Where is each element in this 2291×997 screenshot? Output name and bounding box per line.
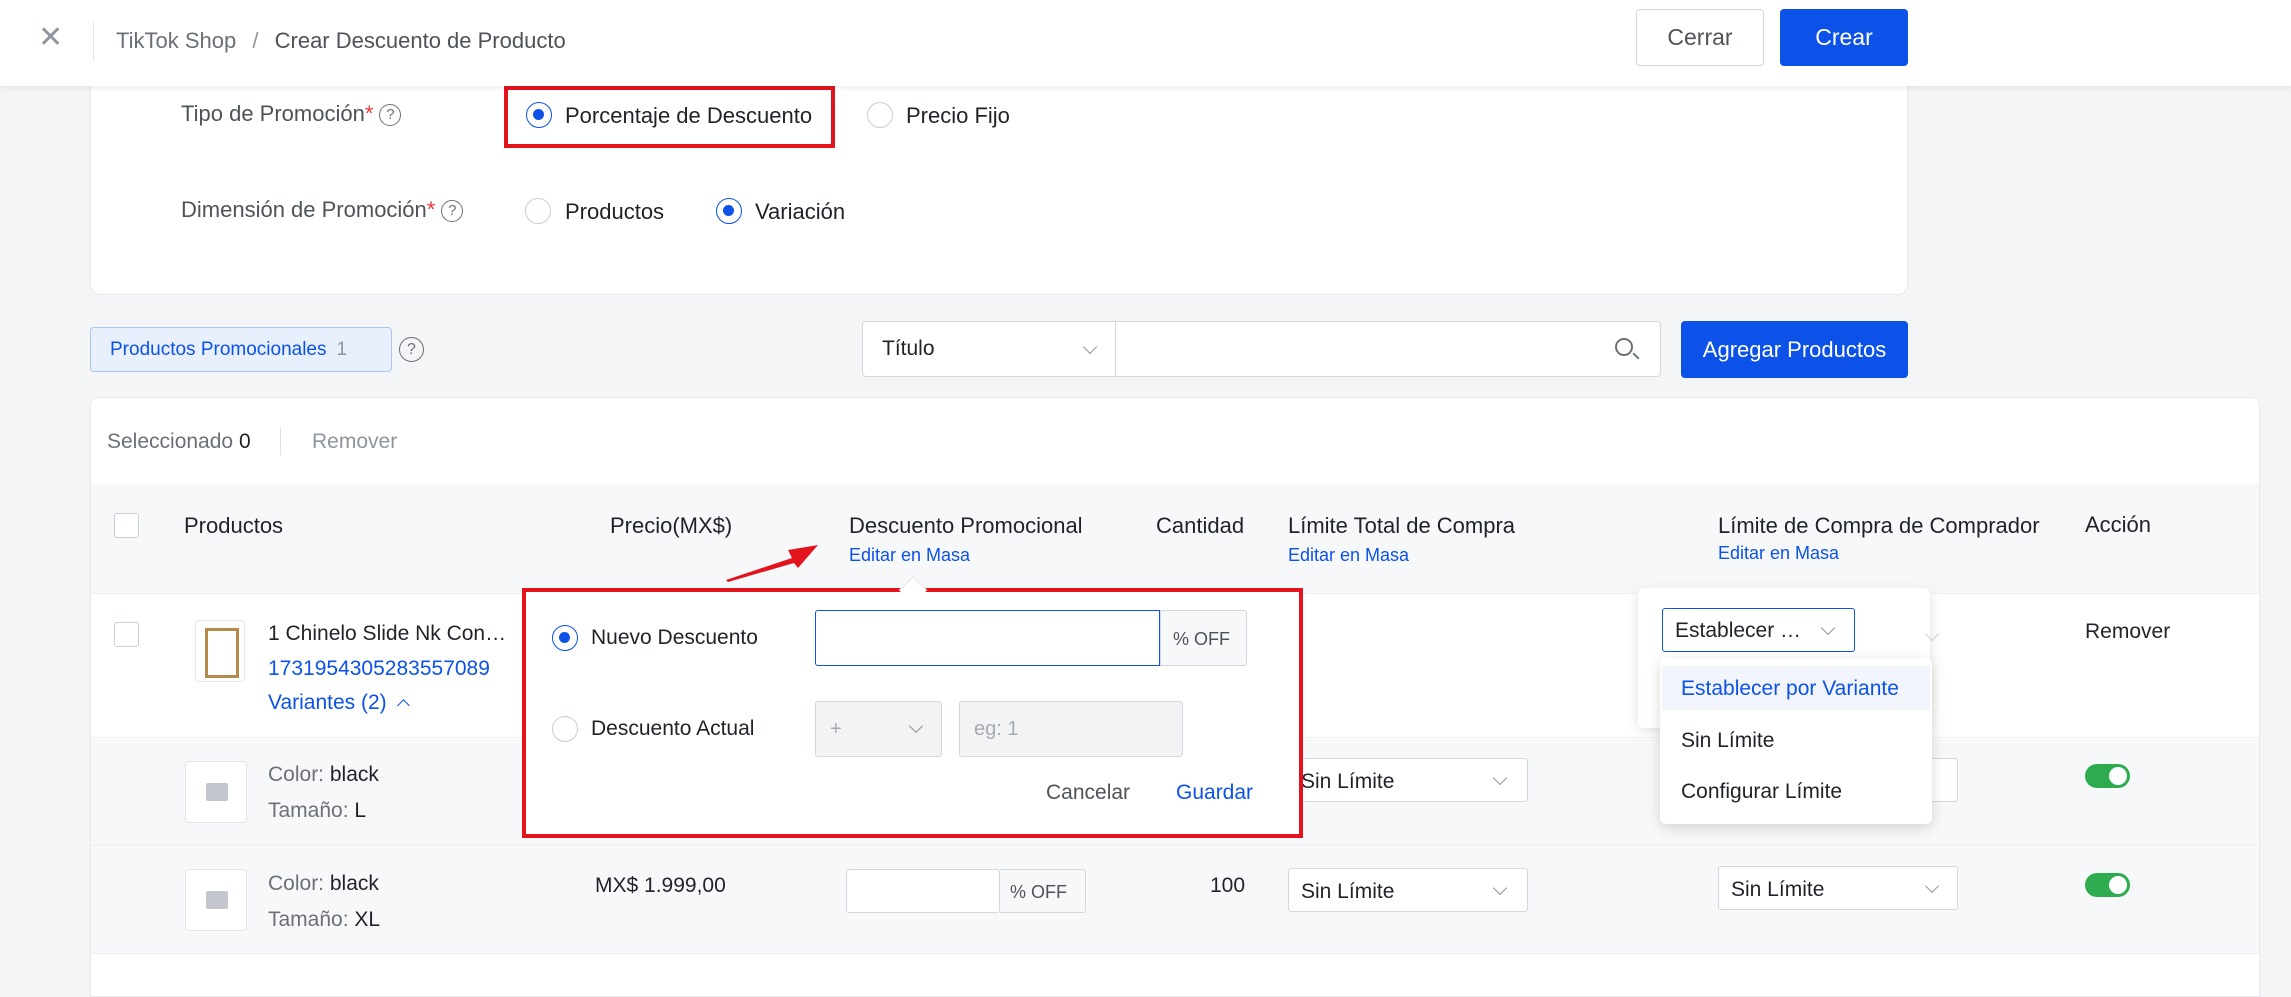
breadcrumb-current: Crear Descuento de Producto <box>274 28 566 53</box>
column-action: Acción <box>2085 512 2152 537</box>
variant-color: Color: black <box>268 872 379 895</box>
discount-suffix: % OFF <box>1000 869 1086 913</box>
radio-percentage-discount[interactable] <box>526 102 552 128</box>
promotion-settings-card <box>90 60 1908 295</box>
discount-input[interactable] <box>846 869 1000 913</box>
column-quantity: Cantidad <box>1156 513 1245 538</box>
search-icon[interactable] <box>1615 338 1633 356</box>
total-limit-select[interactable]: Sin Límite <box>1288 758 1528 802</box>
table-header <box>91 484 2259 594</box>
current-discount-input[interactable]: eg: 1 <box>959 701 1183 757</box>
product-thumbnail <box>195 620 245 682</box>
buyer-limit-select[interactable]: Sin Límite <box>1718 866 1958 910</box>
operator-select[interactable]: + <box>815 701 942 757</box>
add-products-button[interactable]: Agregar Productos <box>1681 321 1908 378</box>
selected-count: Seleccionado 0 <box>107 430 251 453</box>
create-button[interactable]: Crear <box>1780 9 1908 66</box>
variant-price: MX$ 1.999,00 <box>595 874 726 897</box>
divider <box>280 427 281 455</box>
variant-quantity: 100 <box>1210 874 1246 897</box>
help-icon[interactable]: ? <box>399 337 424 362</box>
promotional-products-count: 1 <box>336 339 348 360</box>
variant-enabled-toggle[interactable] <box>2085 764 2130 788</box>
remove-selected-button[interactable]: Remover <box>312 430 397 454</box>
new-discount-suffix: % OFF <box>1160 610 1247 666</box>
radio-products[interactable] <box>525 198 551 224</box>
variant-thumbnail <box>185 761 247 823</box>
discount-bulk-edit-link[interactable]: Editar en Masa <box>849 545 970 566</box>
popover-cancel-button[interactable]: Cancelar <box>1046 781 1130 805</box>
radio-fixed-price-label: Precio Fijo <box>906 103 1010 128</box>
breadcrumb-root[interactable]: TikTok Shop <box>116 28 236 53</box>
search-field-select[interactable]: Título <box>862 321 1116 377</box>
remove-product-link[interactable]: Remover <box>2085 620 2170 644</box>
image-placeholder-icon <box>206 891 228 909</box>
radio-products-label: Productos <box>565 199 665 224</box>
variants-toggle-label: Variantes (2) <box>268 691 387 714</box>
promotional-products-tab[interactable]: Productos Promocionales 1 <box>90 327 392 372</box>
new-discount-input[interactable] <box>815 610 1160 666</box>
variant-size: Tamaño: XL <box>268 908 381 931</box>
breadcrumb: TikTok Shop / Crear Descuento de Product… <box>116 28 566 54</box>
menu-item-set-by-variant[interactable]: Establecer por Variante <box>1681 677 1899 701</box>
radio-fixed-price[interactable] <box>867 102 893 128</box>
row-checkbox[interactable] <box>114 622 139 647</box>
divider <box>93 22 94 62</box>
buyer-limit-bulk-edit-link[interactable]: Editar en Masa <box>1718 543 1839 564</box>
chevron-up-icon <box>397 699 410 712</box>
column-price: Precio(MX$) <box>610 513 733 538</box>
column-products: Productos <box>184 513 284 538</box>
promotional-products-label: Productos Promocionales <box>110 339 327 360</box>
total-limit-bulk-edit-link[interactable]: Editar en Masa <box>1288 545 1409 566</box>
arrow-icon <box>726 545 818 582</box>
radio-percentage-discount-label: Porcentaje de Descuento <box>565 103 813 128</box>
help-icon[interactable]: ? <box>379 104 402 126</box>
top-bar: ✕ TikTok Shop / Crear Descuento de Produ… <box>0 0 2291 86</box>
column-discount: Descuento Promocional <box>849 513 1083 538</box>
product-name[interactable]: 1 Chinelo Slide Nk Con… <box>268 622 506 646</box>
column-buyer-limit: Límite de Compra de Comprador <box>1718 513 2040 538</box>
menu-item-configure-limit[interactable]: Configurar Límite <box>1681 780 1842 804</box>
radio-current-discount-label: Descuento Actual <box>591 717 755 740</box>
close-icon[interactable]: ✕ <box>38 20 63 55</box>
variant-enabled-toggle[interactable] <box>2085 873 2130 897</box>
radio-variation-label: Variación <box>755 199 846 224</box>
radio-new-discount-label: Nuevo Descuento <box>591 626 758 649</box>
total-limit-select[interactable]: Sin Límite <box>1288 868 1528 912</box>
column-total-limit: Límite Total de Compra <box>1288 513 1516 538</box>
menu-item-no-limit[interactable]: Sin Límite <box>1681 729 1774 753</box>
radio-variation[interactable] <box>716 198 742 224</box>
product-id[interactable]: 1731954305283557089 <box>268 657 490 681</box>
search-field-value: Título <box>882 337 935 360</box>
breadcrumb-separator: / <box>252 28 259 53</box>
radio-current-discount[interactable] <box>552 716 578 742</box>
close-button[interactable]: Cerrar <box>1636 9 1764 66</box>
promotion-type-label: Tipo de Promoción*? <box>181 101 402 127</box>
select-all-checkbox[interactable] <box>114 513 139 538</box>
variants-toggle[interactable]: Variantes (2) <box>268 691 410 715</box>
promotion-dimension-label: Dimensión de Promoción*? <box>181 197 464 223</box>
help-icon[interactable]: ? <box>441 200 464 222</box>
variant-thumbnail <box>185 869 247 931</box>
image-placeholder-icon <box>206 783 228 801</box>
popover-save-button[interactable]: Guardar <box>1176 781 1253 805</box>
search-input[interactable] <box>1116 321 1661 377</box>
variant-size: Tamaño: L <box>268 799 367 822</box>
radio-new-discount[interactable] <box>552 625 578 651</box>
variant-color: Color: black <box>268 763 379 786</box>
